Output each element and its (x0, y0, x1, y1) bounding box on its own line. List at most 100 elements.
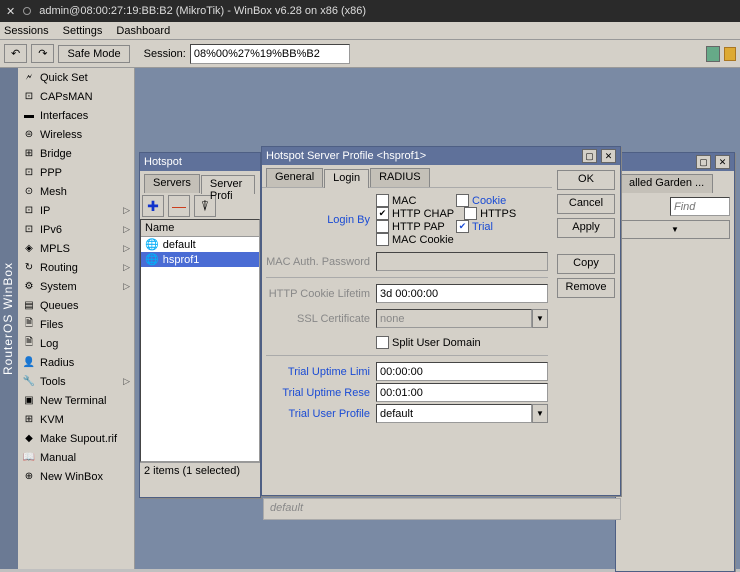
chevron-down-icon[interactable]: ▼ (532, 404, 548, 423)
sidebar-item-label: Routing (40, 262, 78, 274)
sidebar-item-ppp[interactable]: ⊡PPP (18, 163, 134, 182)
session-label: Session: (144, 48, 186, 60)
sidebar-item-tools[interactable]: 🔧Tools▷ (18, 372, 134, 391)
footer-strip: default (263, 498, 621, 520)
nav-icon: ▣ (22, 394, 36, 408)
checkbox-trial[interactable]: ✔Trial (456, 220, 526, 233)
split-user-domain-checkbox[interactable]: Split User Domain (376, 336, 481, 349)
menu-sessions[interactable]: Sessions (4, 25, 49, 37)
hotspot-window-title[interactable]: Hotspot (140, 153, 260, 171)
window-titlebar: ✕ admin@08:00:27:19:BB:B2 (MikroTik) - W… (0, 0, 740, 22)
list-item[interactable]: 🌐default (141, 237, 259, 252)
chevron-right-icon: ▷ (123, 224, 130, 235)
trial-limit-input[interactable] (376, 362, 548, 381)
sidebar-item-make-supout.rif[interactable]: ◆Make Supout.rif (18, 429, 134, 448)
delete-button[interactable]: — (168, 195, 190, 217)
add-button[interactable]: ✚ (142, 195, 164, 217)
menu-settings[interactable]: Settings (63, 25, 103, 37)
sidebar-item-bridge[interactable]: ⊞Bridge (18, 144, 134, 163)
sidebar-item-label: Radius (40, 357, 74, 369)
copy-button[interactable]: Copy (557, 254, 615, 274)
remove-button[interactable]: Remove (557, 278, 615, 298)
sidebar-item-label: IPv6 (40, 224, 62, 236)
sidebar-item-mesh[interactable]: ⊙ Mesh (18, 182, 134, 201)
find-input[interactable] (670, 197, 730, 216)
sidebar-item-radius[interactable]: 👤 Radius (18, 353, 134, 372)
profile-list[interactable]: Name 🌐default🌐hsprof1 (140, 219, 260, 462)
back-window-title[interactable]: ▢ ✕ (616, 153, 734, 171)
nav-icon: ⊞ (22, 147, 36, 161)
nav-icon: ↻ (22, 261, 36, 275)
checkbox-http-pap[interactable]: HTTP PAP (376, 220, 446, 233)
nav-icon: ⊙ (22, 185, 36, 199)
sidebar-item-new-terminal[interactable]: ▣New Terminal (18, 391, 134, 410)
nav-icon: ⊞ (22, 413, 36, 427)
trial-reset-input[interactable] (376, 383, 548, 402)
tab-server-profiles[interactable]: Server Profi (201, 175, 255, 194)
cookie-life-input[interactable] (376, 284, 548, 303)
sidebar-item-interfaces[interactable]: ▬ Interfaces (18, 106, 134, 125)
sidebar-item-queues[interactable]: ▤Queues (18, 296, 134, 315)
checkbox-http-chap[interactable]: ✔HTTP CHAP (376, 207, 454, 220)
sidebar-item-system[interactable]: ⚙System▷ (18, 277, 134, 296)
profile-dialog-title[interactable]: Hotspot Server Profile <hsprof1> ▢ ✕ (262, 147, 620, 165)
sidebar-item-quick-set[interactable]: 🗲Quick Set (18, 68, 134, 87)
sidebar-item-wireless[interactable]: ⊜Wireless (18, 125, 134, 144)
nav-icon: 👤 (22, 356, 36, 370)
tab-general[interactable]: General (266, 168, 323, 187)
list-header-name[interactable]: Name (141, 220, 259, 237)
window-title: admin@08:00:27:19:BB:B2 (MikroTik) - Win… (39, 5, 366, 17)
back-window: ▢ ✕ alled Garden ... ▼ (615, 152, 735, 572)
mac-pw-input (376, 252, 548, 271)
close-icon[interactable]: ✕ (6, 5, 15, 18)
ok-button[interactable]: OK (557, 170, 615, 190)
close-icon[interactable]: ✕ (601, 149, 616, 163)
tab-radius[interactable]: RADIUS (370, 168, 430, 187)
sidebar-item-new-winbox[interactable]: ⊕New WinBox (18, 467, 134, 486)
list-item[interactable]: 🌐hsprof1 (141, 252, 259, 267)
sidebar-item-routing[interactable]: ↻ Routing ▷ (18, 258, 134, 277)
checkbox-icon (376, 220, 389, 233)
sidebar-item-mpls[interactable]: ◈MPLS▷ (18, 239, 134, 258)
sidebar-item-kvm[interactable]: ⊞KVM (18, 410, 134, 429)
close-icon[interactable]: ✕ (715, 155, 730, 169)
checkbox-mac-cookie[interactable]: MAC Cookie (376, 233, 454, 246)
checkbox-cookie[interactable]: Cookie (456, 194, 526, 207)
sidebar-item-files[interactable]: 🗎Files (18, 315, 134, 334)
trial-profile-select[interactable] (376, 404, 532, 423)
tab-servers[interactable]: Servers (144, 174, 200, 193)
dialog-buttons: OK Cancel Apply Copy Remove (552, 165, 620, 429)
dropdown-arrow-icon[interactable]: ▼ (620, 220, 730, 239)
trial-reset-label: Trial Uptime Rese (266, 387, 376, 399)
nav-icon: ▬ (22, 109, 36, 123)
sidebar-item-ip[interactable]: ⊡IP▷ (18, 201, 134, 220)
cancel-button[interactable]: Cancel (557, 194, 615, 214)
ssl-select[interactable] (376, 309, 532, 328)
redo-button[interactable]: ↷ (31, 44, 54, 63)
checkbox-https[interactable]: HTTPS (464, 207, 534, 220)
minimize-icon[interactable]: ▢ (696, 155, 711, 169)
checkbox-mac[interactable]: MAC (376, 194, 446, 207)
nav-icon: ⊡ (22, 166, 36, 180)
tab-walled-garden[interactable]: alled Garden ... (620, 174, 713, 193)
sidebar-item-manual[interactable]: 📖Manual (18, 448, 134, 467)
apply-button[interactable]: Apply (557, 218, 615, 238)
safemode-button[interactable]: Safe Mode (58, 45, 129, 63)
minimize-icon[interactable]: ▢ (582, 149, 597, 163)
nav-icon: ⊕ (22, 470, 36, 484)
undo-button[interactable]: ↶ (4, 44, 27, 63)
sidebar-item-label: Interfaces (40, 110, 88, 122)
chevron-right-icon: ▷ (123, 262, 130, 273)
nav-icon: ⊡ (22, 90, 36, 104)
chevron-down-icon[interactable]: ▼ (532, 309, 548, 328)
sidebar-item-label: Mesh (40, 186, 67, 198)
menu-dashboard[interactable]: Dashboard (116, 25, 170, 37)
minimize-icon[interactable] (23, 7, 31, 15)
sidebar-item-ipv6[interactable]: ⊡IPv6▷ (18, 220, 134, 239)
main-toolbar: ↶ ↷ Safe Mode Session: (0, 40, 740, 68)
sidebar-item-log[interactable]: 🗎Log (18, 334, 134, 353)
sidebar-item-label: Make Supout.rif (40, 433, 117, 445)
tab-login[interactable]: Login (324, 169, 369, 188)
sidebar-item-capsman[interactable]: ⊡CAPsMAN (18, 87, 134, 106)
session-input[interactable] (190, 44, 350, 64)
